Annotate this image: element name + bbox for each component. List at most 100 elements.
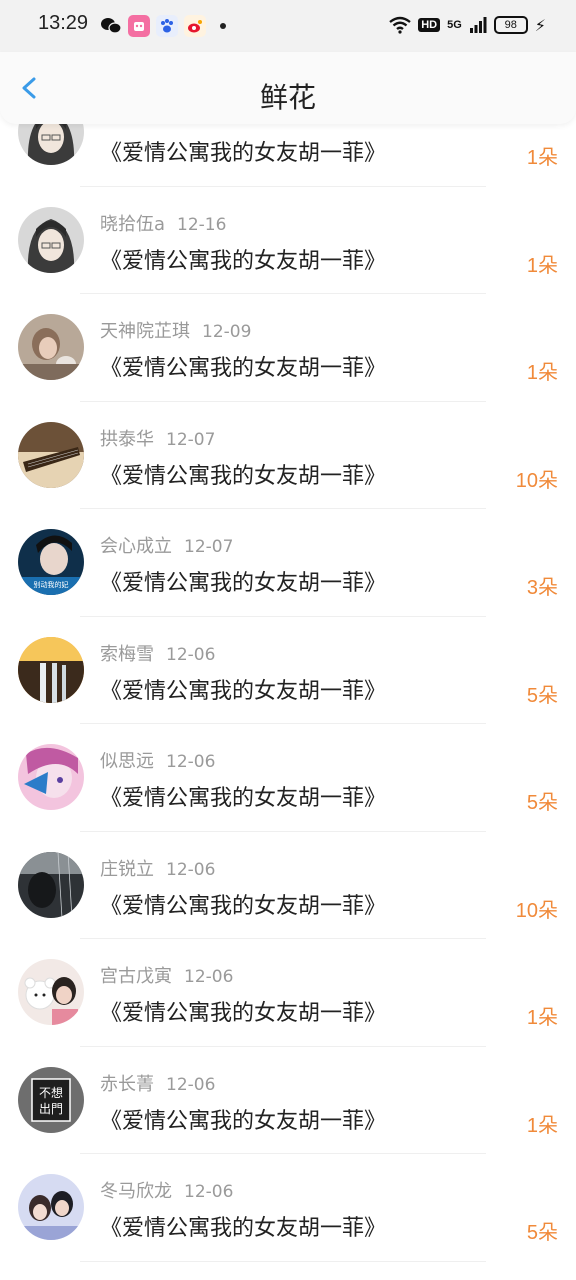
list-item[interactable]: 宫古戊寅 12-06 《爱情公寓我的女友胡一菲》 1朵 <box>0 939 576 1047</box>
list-item[interactable]: 晓拾伍a 12-16 《爱情公寓我的女友胡一菲》 1朵 <box>0 187 576 294</box>
gift-date: 12-16 <box>177 214 227 235</box>
user-name: 会心成立 <box>100 536 172 557</box>
user-name: 晓拾伍a <box>100 124 165 127</box>
user-name: 天神院芷琪 <box>100 321 190 342</box>
user-name: 晓拾伍a <box>100 213 166 235</box>
status-right: HD 5G 98 ⚡ <box>389 12 546 38</box>
book-title: 《爱情公寓我的女友胡一菲》 <box>100 141 387 166</box>
avatar-waterfall[interactable] <box>18 636 84 703</box>
battery-level: 98 <box>493 16 528 34</box>
nav-header: 鲜花 <box>0 52 576 124</box>
flower-count: 3朵 <box>526 577 558 599</box>
book-title: 《爱情公寓我的女友胡一菲》 <box>100 571 387 596</box>
flower-count: 1朵 <box>526 362 558 384</box>
avatar-anime-man[interactable] <box>18 206 84 273</box>
weibo-icon <box>184 15 206 37</box>
status-time: 13:29 <box>38 12 89 34</box>
book-title: 《爱情公寓我的女友胡一菲》 <box>100 678 387 704</box>
svg-text:别动我的妃: 别动我的妃 <box>34 580 69 589</box>
user-name: 冬马欣龙 <box>100 1181 172 1202</box>
item-meta: 似思远 12-06 <box>100 747 215 773</box>
item-meta: 冬马欣龙 12-06 <box>100 1177 233 1203</box>
flower-list-inner: 晓拾伍a 12-16 《爱情公寓我的女友胡一菲》 1朵 晓拾伍a 12-16 《爱情… <box>0 124 576 1262</box>
page-title: 鲜花 <box>259 81 316 114</box>
gift-date: 12-07 <box>166 429 216 450</box>
avatar-anime-pink[interactable] <box>18 744 84 810</box>
user-name: 拱泰华 <box>100 428 154 450</box>
flower-count: 5朵 <box>526 1222 558 1244</box>
gift-date: 12-16 <box>177 124 226 127</box>
gift-date: 12-07 <box>184 537 234 557</box>
flower-count: 1朵 <box>526 1114 558 1137</box>
item-meta: 晓拾伍a 12-16 <box>100 210 226 236</box>
gift-date: 12-06 <box>184 1182 234 1202</box>
item-meta: 天神院芷琪 12-09 <box>100 317 251 343</box>
list-item[interactable]: 不想出門 赤长菁 12-06 《爱情公寓我的女友胡一菲》 1朵 <box>0 1047 576 1154</box>
flower-count: 10朵 <box>515 899 558 922</box>
item-meta: 索梅雪 12-06 <box>100 640 215 666</box>
list-item[interactable]: 天神院芷琪 12-09 《爱情公寓我的女友胡一菲》 1朵 <box>0 294 576 402</box>
book-title: 《爱情公寓我的女友胡一菲》 <box>100 356 387 381</box>
book-title: 《爱情公寓我的女友胡一菲》 <box>100 786 387 811</box>
book-title: 《爱情公寓我的女友胡一菲》 <box>100 893 387 919</box>
divider <box>80 1260 486 1262</box>
hd-badge: HD <box>418 18 441 32</box>
charging-icon: ⚡ <box>534 15 546 35</box>
flower-count: 5朵 <box>526 684 558 707</box>
svg-text:出門: 出門 <box>39 1102 63 1116</box>
user-name: 索梅雪 <box>100 643 154 665</box>
book-title: 《爱情公寓我的女友胡一菲》 <box>100 463 387 489</box>
flower-count: 1朵 <box>526 1007 558 1029</box>
book-title: 《爱情公寓我的女友胡一菲》 <box>100 1001 387 1026</box>
gift-date: 12-09 <box>202 322 252 342</box>
flower-count: 5朵 <box>526 792 558 814</box>
item-meta: 晓拾伍a 12-16 <box>100 124 226 128</box>
book-title: 《爱情公寓我的女友胡一菲》 <box>100 1216 387 1241</box>
list-item[interactable]: 别动我的妃 会心成立 12-07 《爱情公寓我的女友胡一菲》 3朵 <box>0 509 576 617</box>
item-meta: 拱泰华 12-07 <box>100 425 215 451</box>
book-title: 《爱情公寓我的女友胡一菲》 <box>100 248 387 274</box>
flower-count: 10朵 <box>515 469 558 492</box>
item-meta: 赤长菁 12-06 <box>100 1070 215 1096</box>
item-meta: 宫古戊寅 12-06 <box>100 962 233 988</box>
item-meta: 会心成立 12-07 <box>100 532 233 558</box>
wifi-icon <box>389 16 411 34</box>
list-item[interactable]: 晓拾伍a 12-16 《爱情公寓我的女友胡一菲》 1朵 <box>0 124 576 187</box>
book-title: 《爱情公寓我的女友胡一菲》 <box>100 1108 387 1134</box>
avatar-bear-girl[interactable] <box>18 959 84 1025</box>
notification-icons <box>100 14 226 38</box>
wechat-icon <box>100 15 122 37</box>
avatar-photo[interactable] <box>18 314 84 380</box>
user-name: 似思远 <box>100 751 154 772</box>
avatar-dark-rain[interactable] <box>18 851 84 918</box>
gift-date: 12-06 <box>166 1074 216 1095</box>
list-item[interactable]: 冬马欣龙 12-06 《爱情公寓我的女友胡一菲》 5朵 <box>0 1154 576 1262</box>
user-name: 宫古戊寅 <box>100 966 172 987</box>
avatar-instrument[interactable] <box>18 421 84 488</box>
list-item[interactable]: 似思远 12-06 《爱情公寓我的女友胡一菲》 5朵 <box>0 724 576 832</box>
flower-list[interactable]: 晓拾伍a 12-16 《爱情公寓我的女友胡一菲》 1朵 晓拾伍a 12-16 《爱情… <box>0 124 576 1280</box>
gift-date: 12-06 <box>166 644 216 665</box>
network-type: 5G <box>447 19 462 31</box>
avatar-text-sign[interactable]: 不想 出門 <box>18 1066 84 1133</box>
avatar-couple[interactable] <box>18 1174 84 1240</box>
list-item[interactable]: 拱泰华 12-07 《爱情公寓我的女友胡一菲》 10朵 <box>0 402 576 509</box>
gift-date: 12-06 <box>184 967 234 987</box>
svg-text:不想: 不想 <box>39 1085 63 1100</box>
gift-date: 12-06 <box>166 752 216 772</box>
avatar-anime-man[interactable] <box>18 124 84 165</box>
more-notifications-dot <box>220 23 226 29</box>
gift-date: 12-06 <box>166 859 216 880</box>
user-name: 庄锐立 <box>100 858 154 880</box>
user-name: 赤长菁 <box>100 1073 154 1095</box>
signal-icon <box>469 17 487 33</box>
app-pink-icon <box>128 15 150 37</box>
baidu-icon <box>156 15 178 37</box>
avatar-portrait-blue[interactable]: 别动我的妃 <box>18 529 84 595</box>
list-item[interactable]: 庄锐立 12-06 《爱情公寓我的女友胡一菲》 10朵 <box>0 832 576 939</box>
flower-count: 1朵 <box>526 147 558 169</box>
list-item[interactable]: 索梅雪 12-06 《爱情公寓我的女友胡一菲》 5朵 <box>0 617 576 724</box>
flower-count: 1朵 <box>526 254 558 277</box>
status-bar: 13:29 HD 5G 98 ⚡ <box>0 0 576 52</box>
item-meta: 庄锐立 12-06 <box>100 855 215 881</box>
